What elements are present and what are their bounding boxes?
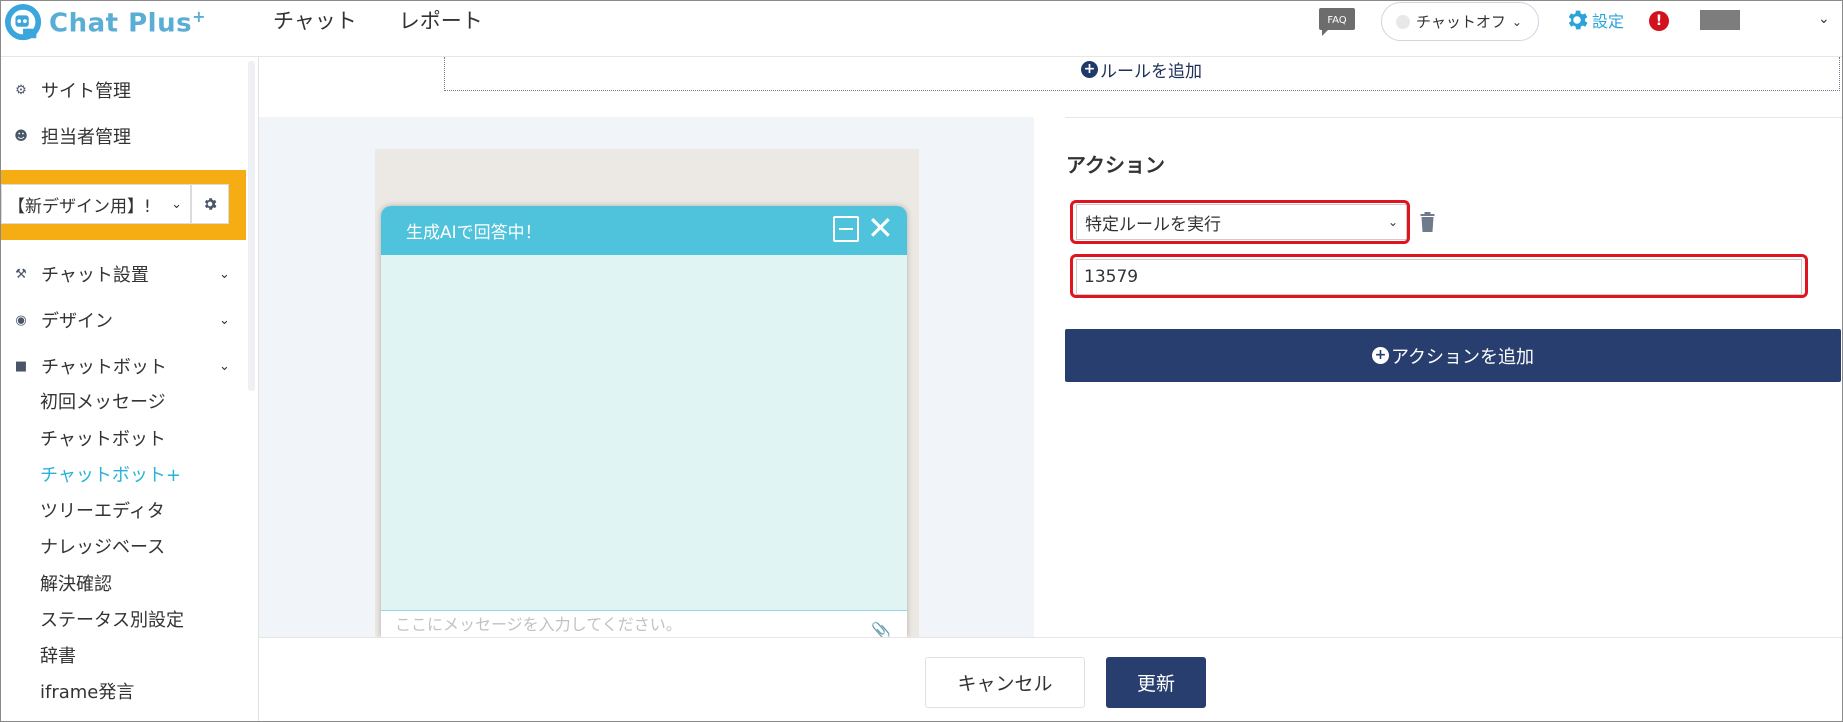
- highlight-box-input: [1070, 254, 1808, 298]
- settings-label: 設定: [1592, 12, 1625, 31]
- chevron-down-icon: ⌄: [171, 196, 182, 212]
- site-selector-highlight: 【新デザイン用】! ⌄: [1, 170, 246, 240]
- add-rule-label: ルールを追加: [1100, 62, 1202, 82]
- chat-preview-header: 生成AIで回答中！ ✕: [381, 206, 907, 255]
- sidebar-item-label: デザイン: [41, 311, 113, 332]
- brand-logo[interactable]: Chat Plus+: [5, 3, 206, 43]
- sidebar-item-label: チャット設置: [41, 265, 149, 286]
- chat-preview-window: 生成AIで回答中！ ✕ ここにメッセージを入力してください。 📎: [381, 206, 907, 637]
- chevron-down-icon: ⌄: [219, 266, 230, 282]
- chevron-down-icon[interactable]: ⌄: [1818, 11, 1830, 27]
- gears-icon: ⚙: [15, 82, 27, 98]
- brand-name: Chat Plus+: [49, 7, 206, 39]
- minimize-icon[interactable]: [833, 216, 859, 242]
- sidebar-item-staff-management[interactable]: ☻ 担当者管理: [1, 123, 131, 149]
- action-section-title: アクション: [1066, 153, 1165, 177]
- sidebar-section-design[interactable]: ◉ デザイン ⌄: [1, 307, 230, 333]
- highlight-box-select: [1070, 200, 1410, 244]
- gear-icon: [1568, 10, 1588, 30]
- cancel-button[interactable]: キャンセル: [925, 657, 1085, 708]
- nav-report[interactable]: レポート: [399, 5, 483, 35]
- update-button[interactable]: 更新: [1106, 657, 1206, 708]
- sidebar-subitem-chatbot[interactable]: チャットボット: [40, 425, 166, 451]
- sidebar-item-label: サイト管理: [41, 81, 131, 102]
- chevron-down-icon: ⌄: [1511, 14, 1522, 29]
- alert-icon[interactable]: !: [1649, 11, 1669, 31]
- site-select[interactable]: 【新デザイン用】! ⌄: [1, 184, 191, 224]
- user-avatar[interactable]: [1700, 10, 1740, 30]
- chat-preview-title: 生成AIで回答中！: [406, 223, 542, 243]
- site-select-value: 【新デザイン用】!: [8, 196, 151, 217]
- chat-status-dropdown[interactable]: チャットオフ ⌄: [1381, 2, 1539, 41]
- sidebar-item-label: 担当者管理: [41, 127, 131, 148]
- status-dot-icon: [1396, 14, 1410, 29]
- sidebar-scrollbar[interactable]: [248, 61, 255, 391]
- plus-circle-icon: +: [1371, 347, 1389, 364]
- sidebar-subitem-resolution-check[interactable]: 解決確認: [40, 570, 112, 596]
- close-icon[interactable]: ✕: [867, 210, 894, 246]
- sidebar-subitem-dictionary[interactable]: 辞書: [40, 642, 76, 668]
- trash-icon[interactable]: [1419, 212, 1436, 232]
- paperclip-icon[interactable]: 📎: [871, 617, 891, 637]
- app-window: Chat Plus+ チャット レポート FAQ チャットオフ ⌄ 設定 ! ⌄…: [0, 0, 1843, 722]
- top-nav: チャット レポート: [273, 5, 483, 35]
- sidebar-subitem-tree-editor[interactable]: ツリーエディタ: [40, 497, 165, 523]
- sidebar-subitem-knowledge-base[interactable]: ナレッジベース: [40, 533, 165, 559]
- plus-circle-icon: +: [1081, 61, 1098, 78]
- sidebar-section-chatbot[interactable]: ■ チャットボット ⌄: [1, 353, 230, 379]
- chat-bubbles-icon: ■: [14, 358, 28, 374]
- add-rule-button[interactable]: + ルールを追加: [1081, 57, 1202, 82]
- nav-chat[interactable]: チャット: [273, 5, 357, 35]
- chevron-down-icon: ⌄: [219, 312, 230, 328]
- chevron-down-icon: ⌄: [219, 358, 230, 374]
- sidebar-section-chat-install[interactable]: ⚒ チャット設置 ⌄: [1, 261, 230, 287]
- sidebar-item-site-management[interactable]: ⚙ サイト管理: [1, 77, 131, 103]
- chat-message-input[interactable]: ここにメッセージを入力してください。 📎: [381, 610, 907, 637]
- chat-status-label: チャットオフ: [1416, 13, 1506, 31]
- palette-icon: ◉: [15, 312, 27, 328]
- sidebar-item-label: チャットボット: [41, 357, 167, 378]
- sidebar-subitem-first-message[interactable]: 初回メッセージ: [40, 388, 166, 414]
- sidebar-subitem-status-settings[interactable]: ステータス別設定: [40, 606, 184, 632]
- top-bar: Chat Plus+ チャット レポート FAQ チャットオフ ⌄ 設定 ! ⌄: [1, 1, 1842, 57]
- user-gear-icon: ☻: [14, 128, 28, 144]
- site-settings-gear-icon[interactable]: [191, 184, 229, 224]
- faq-icon[interactable]: FAQ: [1318, 7, 1356, 36]
- add-action-button[interactable]: + アクションを追加: [1065, 329, 1841, 382]
- tools-icon: ⚒: [15, 266, 27, 282]
- add-action-label: アクションを追加: [1390, 346, 1535, 368]
- chatplus-logo-icon: [5, 4, 42, 41]
- settings-link[interactable]: 設定: [1564, 7, 1624, 33]
- svg-text:FAQ: FAQ: [1327, 15, 1346, 26]
- chat-input-placeholder: ここにメッセージを入力してください。: [395, 615, 682, 634]
- sidebar-subitem-chatbot-plus[interactable]: チャットボット+: [40, 461, 181, 487]
- sidebar-subitem-iframe[interactable]: iframe発言: [40, 678, 134, 704]
